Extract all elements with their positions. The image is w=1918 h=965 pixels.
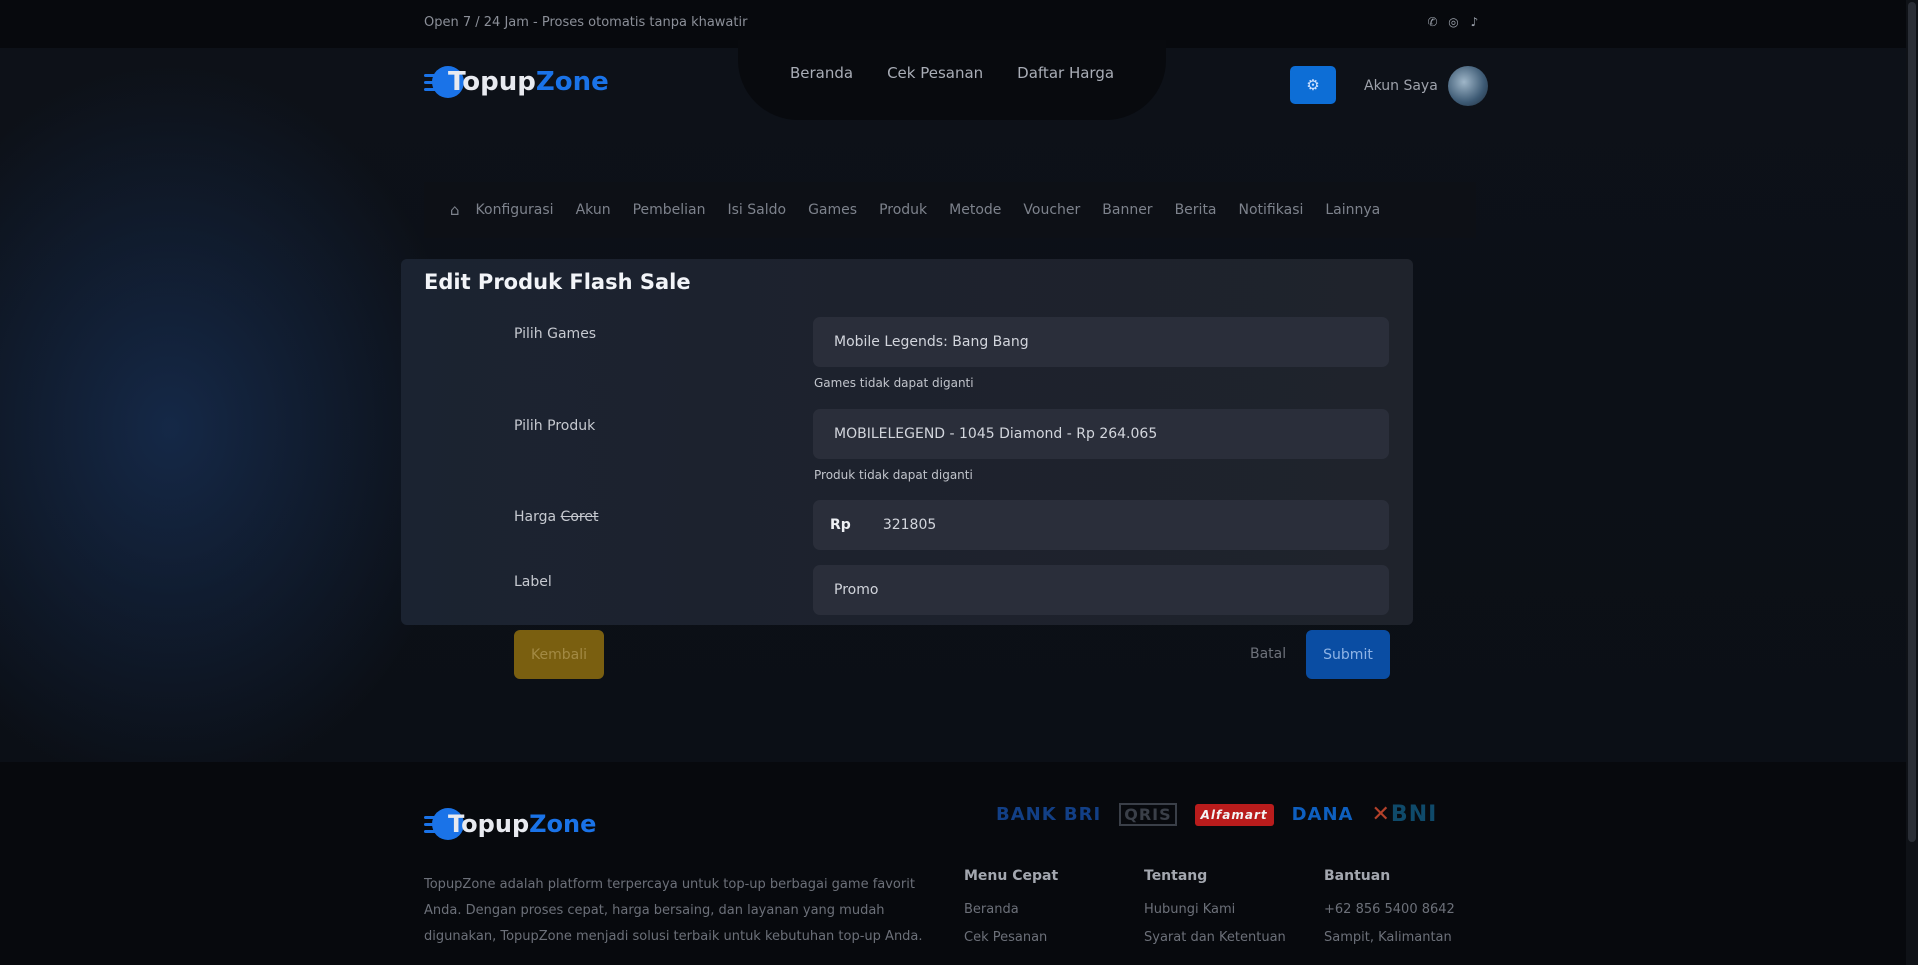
admin-item-produk[interactable]: Produk — [879, 202, 927, 218]
strike-price-label-strike: Coret — [560, 509, 599, 525]
footer-logo[interactable]: TopupZone — [424, 806, 596, 842]
tag-value: Promo — [834, 582, 879, 598]
footer-address: Sampit, Kalimantan — [1324, 930, 1452, 945]
admin-item-akun[interactable]: Akun — [576, 202, 611, 218]
footer-link-syarat[interactable]: Syarat dan Ketentuan — [1144, 930, 1286, 945]
nav-item-daftar-harga[interactable]: Daftar Harga — [1017, 64, 1114, 82]
games-field[interactable]: Mobile Legends: Bang Bang — [813, 317, 1389, 367]
admin-item-lainnya[interactable]: Lainnya — [1325, 202, 1380, 218]
product-value: MOBILELEGEND - 1045 Diamond - Rp 264.065 — [834, 426, 1158, 442]
page-title: Edit Produk Flash Sale — [424, 270, 691, 294]
admin-item-isi-saldo[interactable]: Isi Saldo — [728, 202, 787, 218]
page-scrollbar[interactable] — [1906, 0, 1918, 965]
gear-icon: ⚙ — [1306, 76, 1320, 94]
footer-col-title: Bantuan — [1324, 868, 1391, 884]
logo-text: TopupZone — [448, 810, 597, 838]
social-links: ✆ ◎ ♪ — [1426, 16, 1481, 29]
product-hint: Produk tidak dapat diganti — [814, 468, 973, 482]
footer-link-beranda[interactable]: Beranda — [964, 902, 1058, 917]
whatsapp-icon[interactable]: ✆ — [1426, 16, 1439, 29]
bank-bri-logo: BANK BRI — [996, 804, 1102, 825]
strike-price-value: 321805 — [882, 517, 937, 533]
admin-item-games[interactable]: Games — [808, 202, 857, 218]
footer-col-title: Tentang — [1144, 868, 1208, 884]
tag-label: Label — [514, 574, 552, 590]
footer-col-menu-cepat: Menu Cepat Beranda Cek Pesanan — [964, 868, 1058, 958]
back-button[interactable]: Kembali — [514, 630, 604, 679]
account-label: Akun Saya — [1364, 78, 1438, 94]
footer-col-bantuan: Bantuan +62 856 5400 8642 Sampit, Kalima… — [1324, 868, 1455, 958]
tiktok-icon[interactable]: ♪ — [1468, 16, 1481, 29]
admin-item-konfigurasi[interactable]: Konfigurasi — [476, 202, 554, 218]
main-nav: Beranda Cek Pesanan Daftar Harga — [738, 40, 1166, 120]
nav-item-beranda[interactable]: Beranda — [790, 64, 853, 82]
cancel-button[interactable]: Batal — [1250, 646, 1286, 662]
footer-col-tentang: Tentang Hubungi Kami Syarat dan Ketentua… — [1144, 868, 1286, 958]
footer-phone[interactable]: +62 856 5400 8642 — [1324, 902, 1455, 917]
admin-item-banner[interactable]: Banner — [1102, 202, 1152, 218]
footer — [0, 762, 1906, 965]
admin-item-voucher[interactable]: Voucher — [1023, 202, 1080, 218]
admin-item-berita[interactable]: Berita — [1175, 202, 1217, 218]
promo-text: Open 7 / 24 Jam - Proses otomatis tanpa … — [424, 15, 748, 30]
footer-about: TopupZone adalah platform terpercaya unt… — [424, 877, 923, 944]
avatar — [1447, 66, 1488, 106]
games-label: Pilih Games — [514, 326, 597, 342]
alfamart-logo: Alfamart — [1194, 803, 1274, 826]
qris-logo: QRIS — [1119, 803, 1177, 826]
dana-logo: DANA — [1291, 804, 1354, 825]
product-field[interactable]: MOBILELEGEND - 1045 Diamond - Rp 264.065 — [813, 409, 1389, 459]
settings-button[interactable]: ⚙ — [1290, 66, 1336, 104]
home-icon[interactable]: ⌂ — [450, 201, 460, 219]
submit-button[interactable]: Submit — [1306, 630, 1390, 679]
product-label: Pilih Produk — [514, 418, 596, 434]
admin-item-notifikasi[interactable]: Notifikasi — [1239, 202, 1304, 218]
bni-mark-icon: ✕ — [1371, 802, 1391, 827]
tag-input[interactable]: Promo — [813, 565, 1389, 615]
strike-price-label: Harga Coret — [514, 509, 599, 525]
admin-menu: ⌂ Konfigurasi Akun Pembelian Isi Saldo G… — [424, 182, 1476, 238]
nav-item-cek-pesanan[interactable]: Cek Pesanan — [887, 64, 983, 82]
instagram-icon[interactable]: ◎ — [1447, 16, 1460, 29]
account-menu[interactable]: Akun Saya — [1364, 66, 1488, 106]
footer-link-hubungi-kami[interactable]: Hubungi Kami — [1144, 902, 1286, 917]
currency-prefix: Rp — [830, 517, 851, 533]
brand-logo[interactable]: TopupZone — [424, 64, 609, 100]
scrollbar-thumb[interactable] — [1908, 2, 1916, 842]
admin-item-metode[interactable]: Metode — [949, 202, 1001, 218]
bni-logo: ✕BNI — [1371, 802, 1438, 827]
strike-price-input[interactable]: Rp 321805 — [813, 500, 1389, 550]
games-hint: Games tidak dapat diganti — [814, 376, 974, 390]
logo-text: TopupZone — [448, 67, 609, 97]
footer-col-title: Menu Cepat — [964, 868, 1059, 884]
payment-methods: BANK BRI QRIS Alfamart DANA ✕BNI — [996, 802, 1437, 827]
admin-item-pembelian[interactable]: Pembelian — [633, 202, 706, 218]
games-value: Mobile Legends: Bang Bang — [834, 334, 1029, 350]
footer-link-cek-pesanan[interactable]: Cek Pesanan — [964, 930, 1058, 945]
